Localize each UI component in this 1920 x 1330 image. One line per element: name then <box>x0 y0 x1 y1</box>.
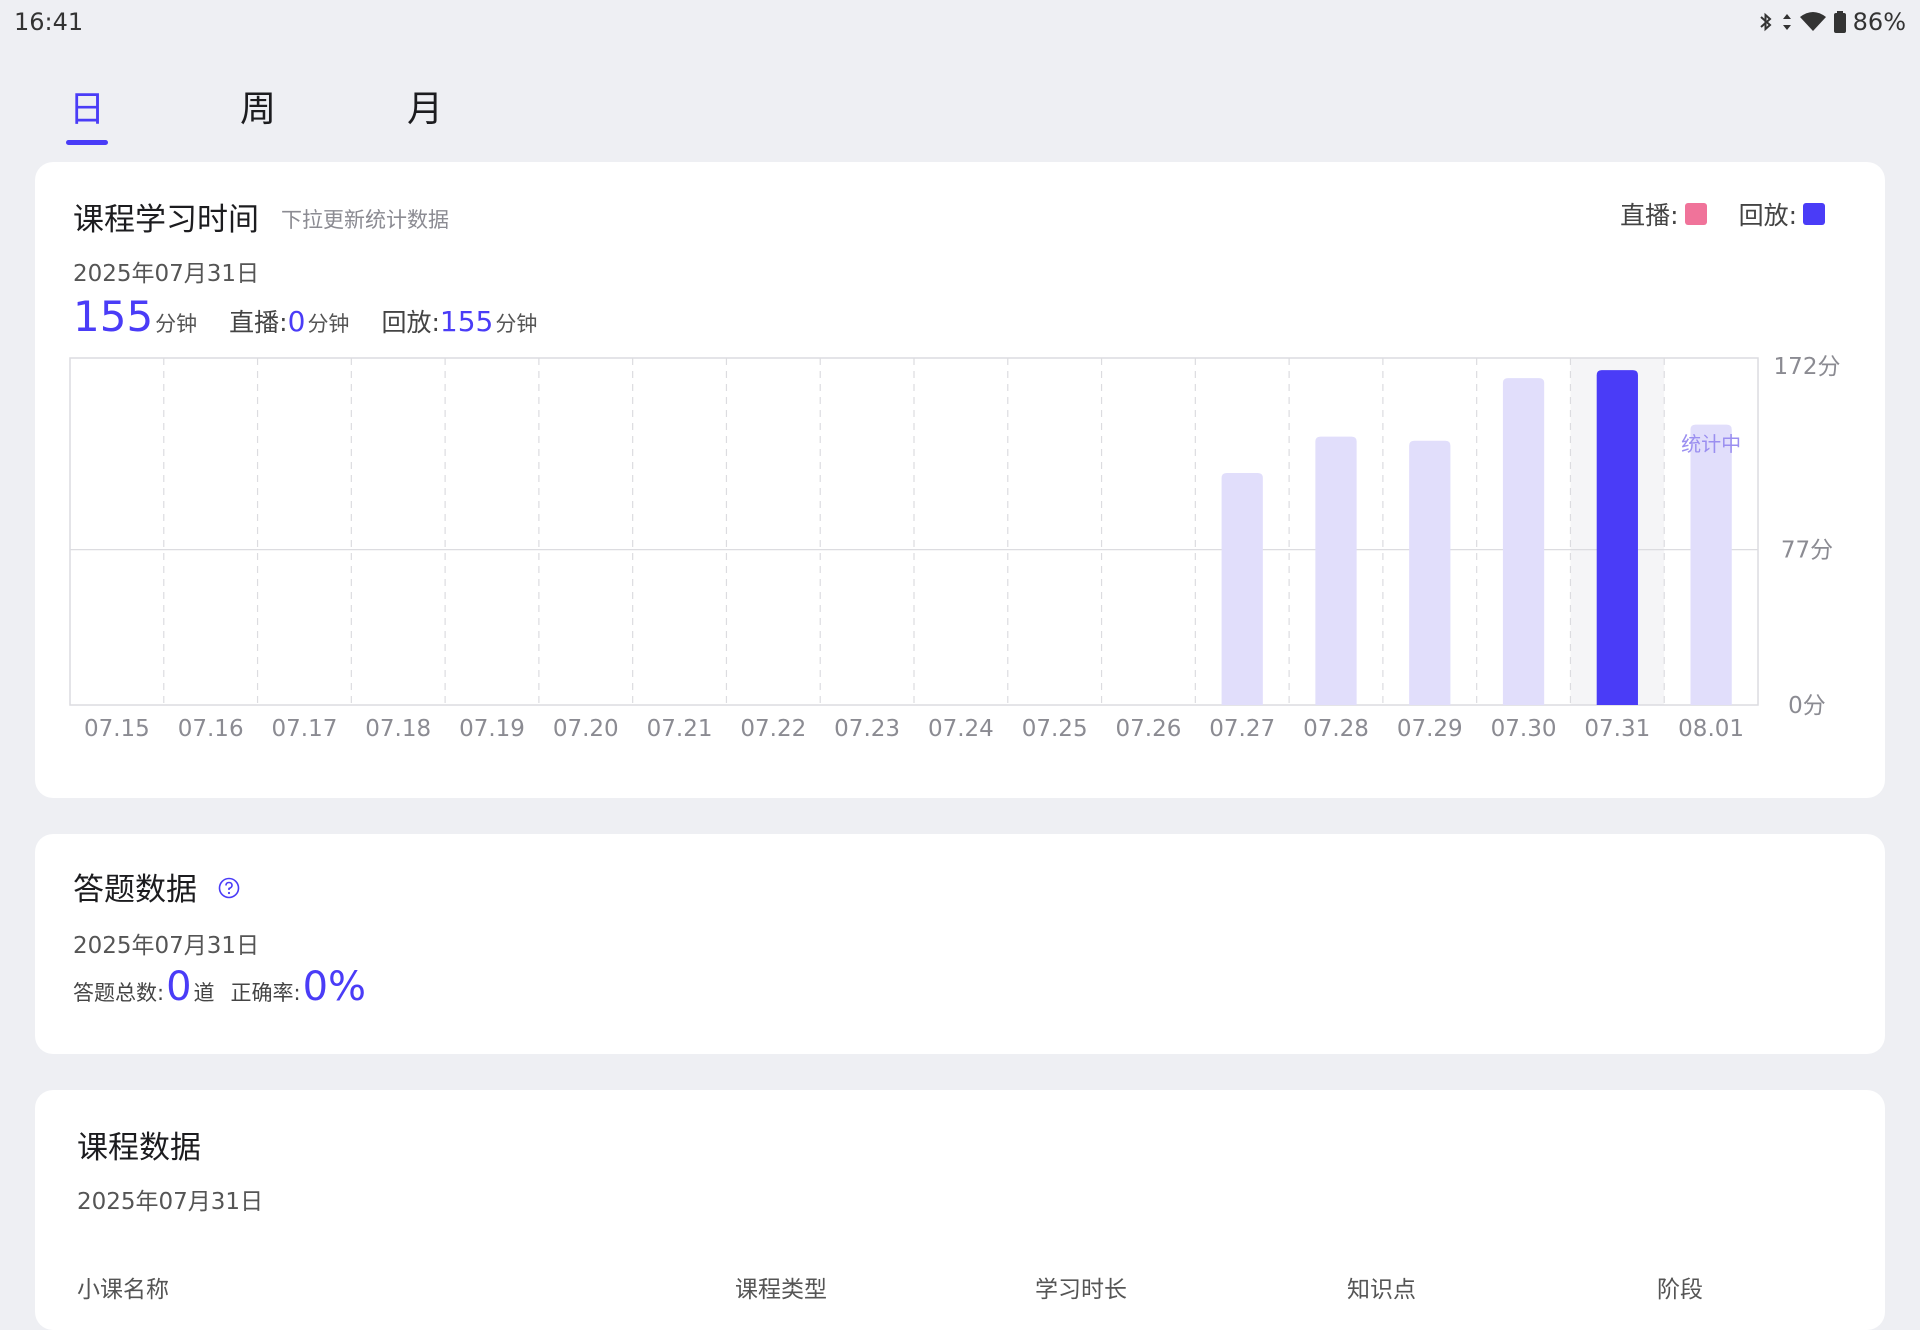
study-time-chart: 统计中 07.15 07.16 07.17 07.18 07.19 07.20 07.21 07… <box>69 354 1841 742</box>
x-tick-label: 07.29 <box>1397 716 1463 742</box>
answer-summary: 答题总数: 0 道 正确率: 0% <box>73 964 368 1010</box>
x-tick-label: 08.01 <box>1678 716 1744 742</box>
answer-data-title: 答题数据 <box>73 872 197 908</box>
tab-week[interactable]: 周 <box>218 80 298 132</box>
column-header: 知识点 <box>1347 1277 1416 1303</box>
x-tick-label: 07.24 <box>928 716 994 742</box>
data-transfer-icon <box>1782 14 1791 30</box>
column-header: 小课名称 <box>77 1277 169 1303</box>
course-data-title: 课程数据 <box>77 1130 201 1166</box>
battery-percent: 86% <box>1852 8 1906 36</box>
answer-date: 2025年07月31日 <box>73 933 260 959</box>
y-tick-label: 172分 <box>1774 354 1841 380</box>
column-header: 学习时长 <box>1035 1277 1127 1303</box>
answer-total-value: 0 <box>166 964 192 1010</box>
status-time: 16:41 <box>14 8 84 36</box>
tab-month[interactable]: 月 <box>385 80 465 132</box>
y-tick-label: 0分 <box>1788 693 1826 719</box>
x-tick-label: 07.26 <box>1116 716 1182 742</box>
answer-data-card: 答题数据 2025年07月31日 答题总数: 0 道 正确率: 0% <box>35 834 1885 1054</box>
status-icons: 86% <box>1757 8 1906 36</box>
accuracy-value: 0% <box>302 964 367 1010</box>
tab-day[interactable]: 日 <box>47 80 127 132</box>
status-bar: 16:41 86% <box>0 0 1920 44</box>
x-tick-label: 07.19 <box>459 716 525 742</box>
course-date: 2025年07月31日 <box>77 1189 264 1215</box>
bar <box>1409 440 1451 705</box>
x-tick-label: 07.25 <box>1022 716 1088 742</box>
x-tick-label: 07.17 <box>272 716 338 742</box>
x-tick-label: 07.21 <box>647 716 713 742</box>
x-tick-label: 07.18 <box>365 716 431 742</box>
help-icon[interactable] <box>218 877 240 899</box>
course-data-card: 课程数据 2025年07月31日 小课名称 课程类型 学习时长 知识点 阶段 <box>35 1090 1885 1330</box>
bar <box>1221 472 1263 705</box>
bluetooth-icon <box>1759 12 1772 32</box>
y-tick-label: 77分 <box>1781 538 1833 564</box>
x-tick-label: 07.31 <box>1584 716 1650 742</box>
answer-total-label: 答题总数: <box>73 981 165 1005</box>
period-tabs: 日 周 月 <box>0 70 700 150</box>
wifi-icon <box>1799 12 1826 31</box>
column-header: 阶段 <box>1657 1277 1703 1303</box>
accuracy-label: 正确率: <box>230 981 301 1005</box>
x-tick-label: 07.22 <box>740 716 806 742</box>
bar-annotation: 统计中 <box>1681 432 1741 456</box>
x-tick-label: 07.16 <box>178 716 244 742</box>
answer-total-unit: 道 <box>193 981 215 1005</box>
x-tick-label: 07.30 <box>1491 716 1557 742</box>
x-tick-label: 07.28 <box>1303 716 1369 742</box>
x-tick-label: 07.27 <box>1209 716 1275 742</box>
study-time-card: 课程学习时间 下拉更新统计数据 直播: 回放: 2025年07月31日 155 … <box>35 162 1885 798</box>
active-tab-indicator <box>66 140 108 145</box>
x-tick-label: 07.15 <box>84 716 150 742</box>
bar <box>1596 370 1638 705</box>
bar <box>1690 424 1732 705</box>
column-header: 课程类型 <box>735 1277 827 1303</box>
x-tick-label: 07.20 <box>553 716 619 742</box>
bar <box>1502 378 1545 705</box>
x-tick-label: 07.23 <box>834 716 900 742</box>
battery-icon <box>1833 11 1846 33</box>
bar <box>1315 436 1357 705</box>
